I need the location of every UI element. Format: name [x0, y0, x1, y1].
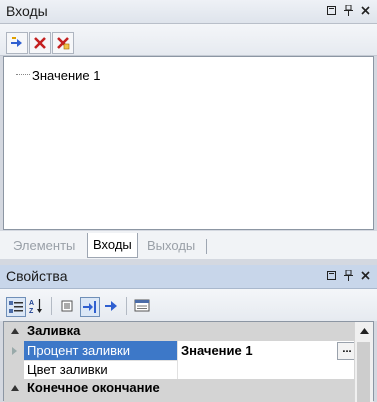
close-icon[interactable]	[360, 270, 371, 281]
properties-panel-header: Свойства	[0, 265, 377, 289]
row-gutter	[4, 360, 24, 379]
toolbar-separator	[51, 297, 52, 315]
tab-elements[interactable]: Элементы	[8, 235, 80, 257]
categorized-view-button[interactable]	[6, 297, 26, 317]
scroll-thumb[interactable]	[357, 342, 370, 402]
add-input-button[interactable]	[6, 32, 28, 54]
properties-toolbar: A Z	[0, 289, 377, 321]
property-value-text: Значение 1	[181, 343, 253, 358]
categorized-icon	[9, 301, 23, 313]
arrow-right-icon	[105, 301, 117, 311]
category-row[interactable]: Заливка	[4, 322, 355, 341]
property-value[interactable]	[177, 360, 359, 380]
panel-tabs: Элементы Входы Выходы	[0, 231, 377, 259]
collapse-arrow-icon[interactable]	[11, 385, 19, 391]
inputs-panel-title: Входы	[6, 3, 48, 19]
tree-item[interactable]: Значение 1	[32, 68, 101, 83]
delete-all-button[interactable]	[52, 32, 74, 54]
property-row[interactable]: Процент заливки Значение 1 ...	[4, 341, 359, 361]
category-row[interactable]: Конечное окончание	[4, 379, 355, 398]
window-options-icon[interactable]	[326, 270, 337, 281]
inputs-tree: Значение 1	[3, 56, 374, 230]
close-icon[interactable]	[360, 5, 371, 16]
delete-all-x-icon	[57, 37, 70, 50]
tree-connector	[16, 74, 30, 75]
inputs-toolbar	[0, 24, 377, 56]
inputs-mode-button[interactable]	[80, 297, 100, 317]
tab-inputs[interactable]: Входы	[87, 233, 138, 258]
property-value[interactable]: Значение 1 ...	[177, 341, 359, 361]
window-options-icon[interactable]	[326, 5, 337, 16]
delete-button[interactable]	[29, 32, 51, 54]
tab-divider	[206, 239, 207, 254]
sort-alphabetical-button[interactable]: A Z	[27, 297, 45, 315]
property-row[interactable]: Цвет заливки	[4, 360, 359, 380]
pin-icon[interactable]	[343, 270, 354, 281]
toolbar-separator	[126, 297, 127, 315]
property-grid: Заливка Процент заливки Значение 1 ... Ц…	[3, 321, 374, 402]
svg-text:Z: Z	[29, 308, 34, 314]
pin-icon[interactable]	[343, 5, 354, 16]
svg-text:A: A	[29, 300, 34, 307]
outputs-mode-button[interactable]	[102, 297, 120, 315]
row-gutter	[4, 398, 355, 402]
inputs-panel-header: Входы	[0, 0, 377, 24]
sort-az-icon: A Z	[29, 299, 42, 314]
arrow-in-icon	[11, 37, 22, 47]
property-name[interactable]: Процент заливки	[24, 341, 180, 361]
properties-panel-title: Свойства	[6, 268, 68, 284]
property-pages-button[interactable]	[58, 297, 76, 315]
collapse-arrow-icon[interactable]	[11, 328, 19, 334]
property-pages-icon	[61, 300, 73, 312]
window-icon	[134, 299, 150, 312]
tab-outputs[interactable]: Выходы	[142, 235, 200, 257]
arrow-to-line-icon	[83, 301, 96, 313]
selected-row-icon	[12, 347, 17, 355]
row-gutter	[4, 341, 24, 360]
scroll-up-icon[interactable]	[355, 322, 373, 340]
vertical-scrollbar[interactable]	[354, 322, 373, 402]
delete-x-icon	[34, 37, 46, 49]
property-name[interactable]: Цвет заливки	[24, 360, 180, 380]
property-window-button[interactable]	[133, 297, 151, 315]
category-label: Конечное окончание	[27, 380, 160, 395]
category-label: Заливка	[27, 323, 81, 338]
